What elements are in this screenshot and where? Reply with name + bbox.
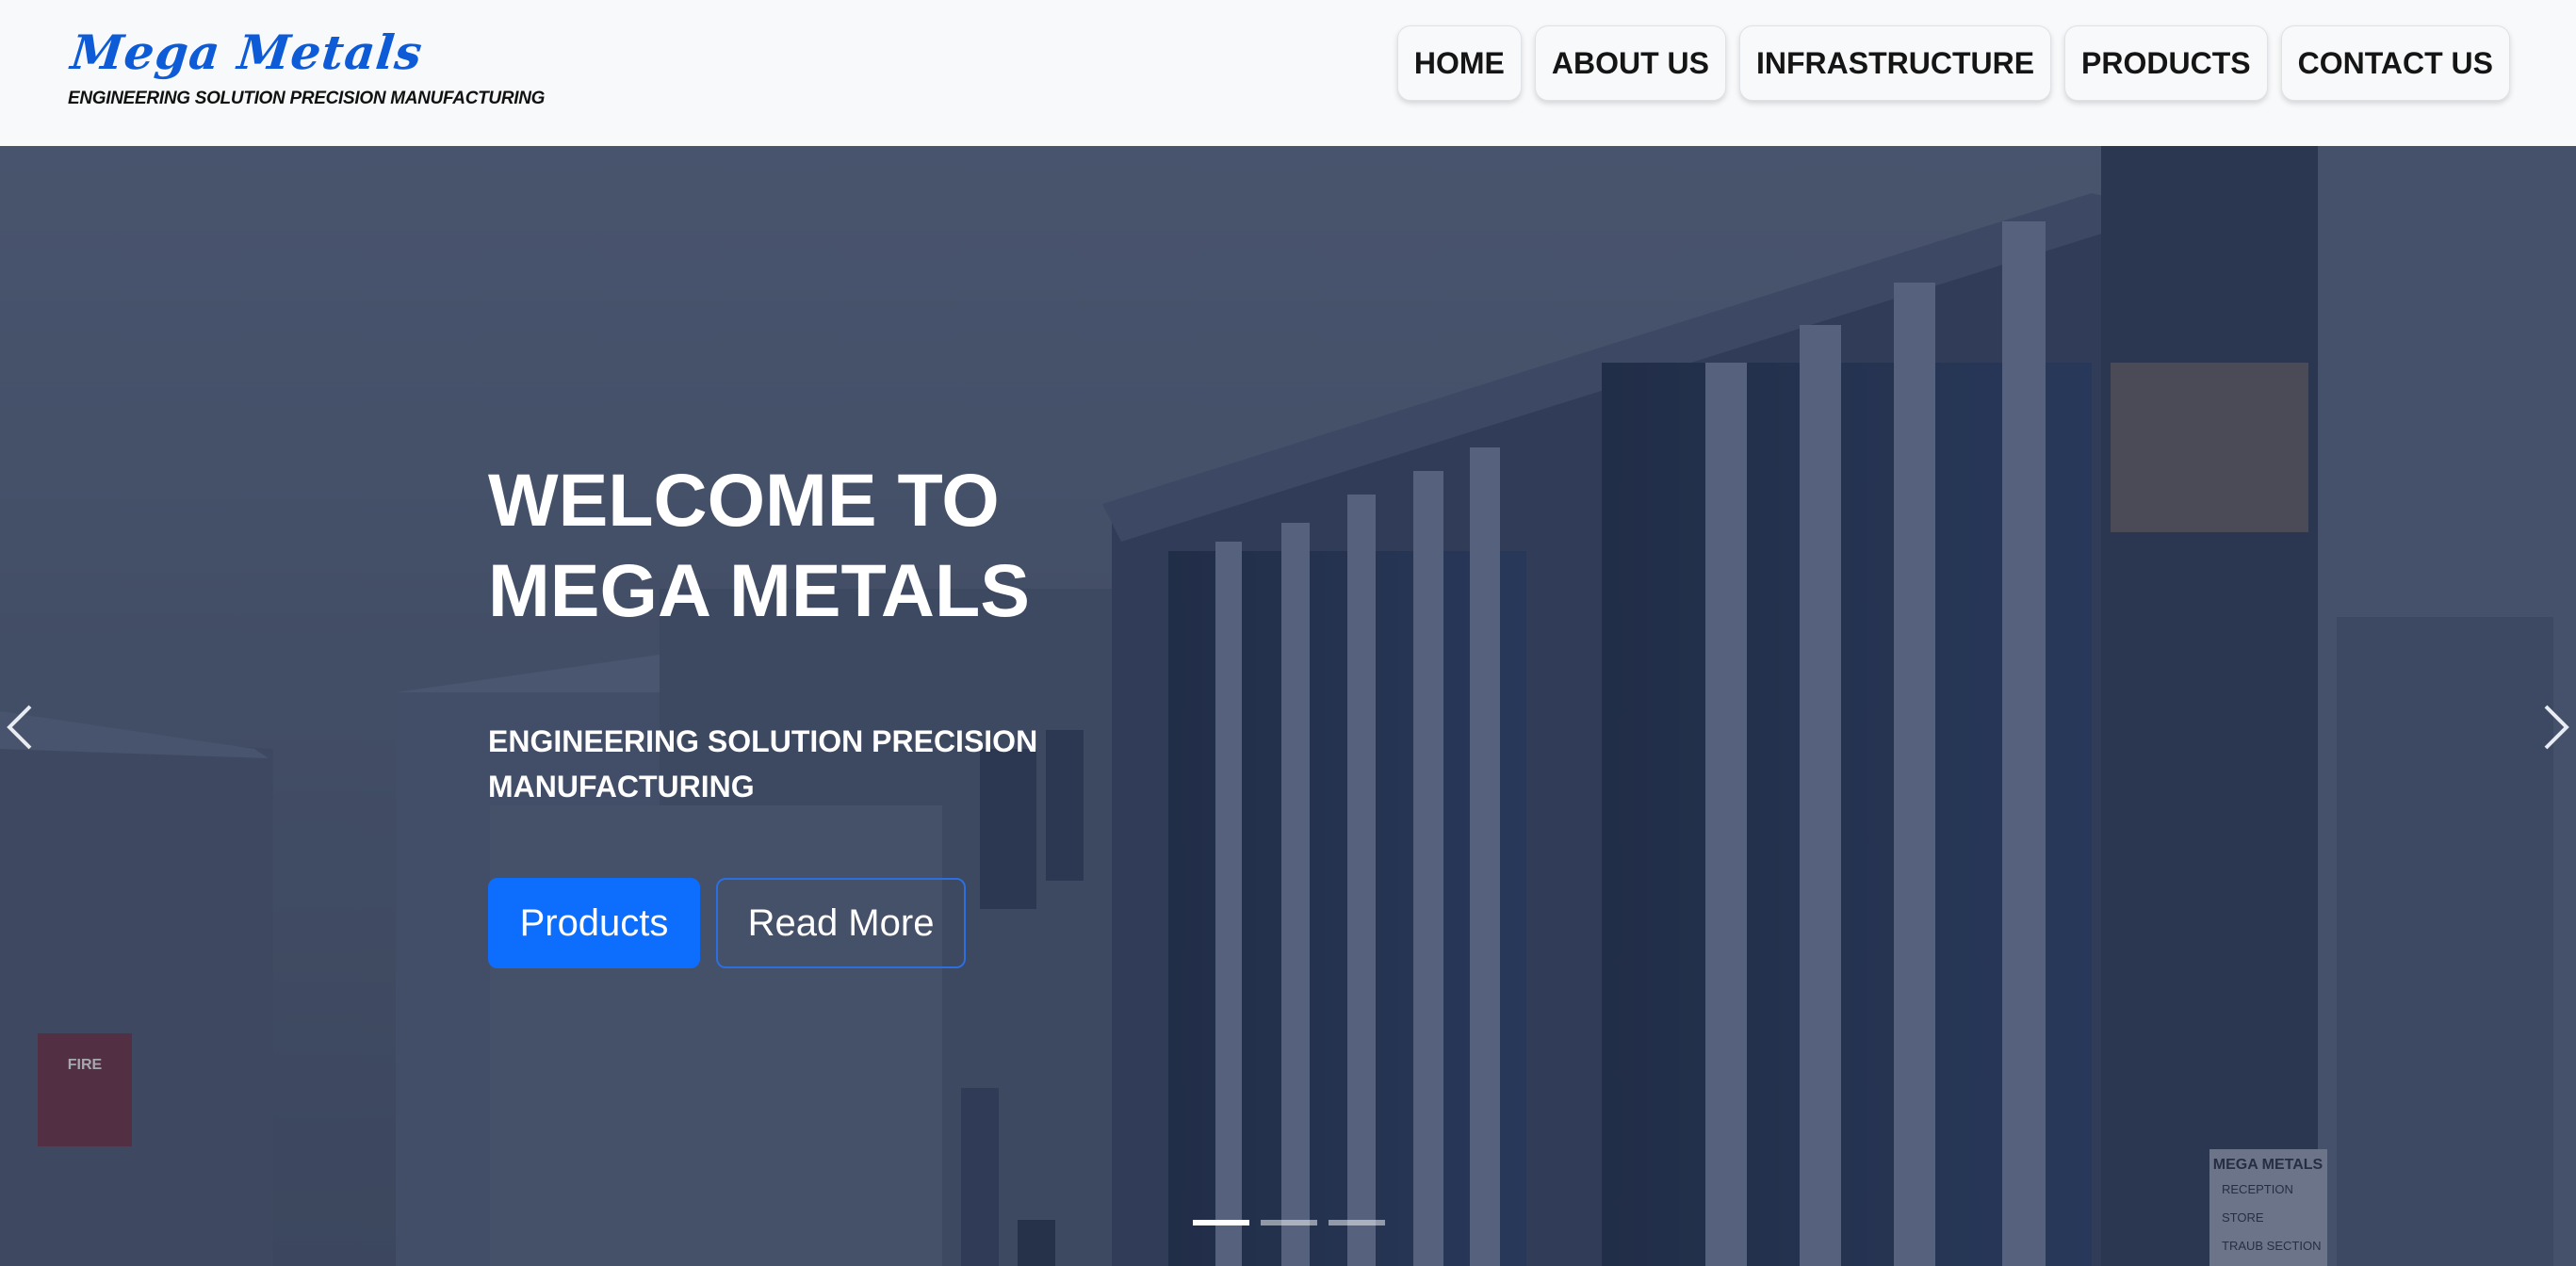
hero-caption: WELCOME TO MEGA METALS ENGINEERING SOLUT… [488, 455, 1223, 809]
hero-subtitle: ENGINEERING SOLUTION PRECISION MANUFACTU… [488, 724, 1038, 803]
nav-home[interactable]: HOME [1396, 25, 1522, 101]
carousel-prev-button[interactable] [0, 688, 53, 763]
dark-overlay [0, 146, 2576, 1266]
hero-actions: Products Read More [488, 878, 966, 968]
nav-infrastructure[interactable]: INFRASTRUCTURE [1738, 25, 2052, 101]
slide-indicator-1[interactable] [1193, 1220, 1249, 1225]
slide-indicator-3[interactable] [1329, 1220, 1385, 1225]
nav-contact-us[interactable]: CONTACT US [2280, 25, 2510, 101]
brand-tagline: ENGINEERING SOLUTION PRECISION MANUFACTU… [68, 89, 546, 108]
carousel-indicators [1193, 1220, 1385, 1225]
hero-title: WELCOME TO MEGA METALS [488, 458, 1030, 632]
chevron-right-icon [2544, 705, 2569, 750]
carousel-next-button[interactable] [2523, 688, 2576, 763]
nav-about-us[interactable]: ABOUT US [1534, 25, 1726, 101]
hero-carousel: FIRE MEGA METALS RECEPTION STORE TRAUB S… [0, 146, 2576, 1266]
slide-indicator-2[interactable] [1261, 1220, 1317, 1225]
main-nav: HOME ABOUT US INFRASTRUCTURE PRODUCTS CO… [1396, 25, 2510, 101]
brand-logo[interactable]: Mega Metals ENGINEERING SOLUTION PRECISI… [68, 21, 545, 109]
site-header: Mega Metals ENGINEERING SOLUTION PRECISI… [0, 0, 2576, 147]
products-button[interactable]: Products [488, 878, 700, 968]
brand-name: Mega Metals [68, 24, 426, 80]
read-more-button[interactable]: Read More [716, 878, 966, 968]
chevron-left-icon [7, 705, 32, 750]
nav-products[interactable]: PRODUCTS [2064, 25, 2268, 101]
